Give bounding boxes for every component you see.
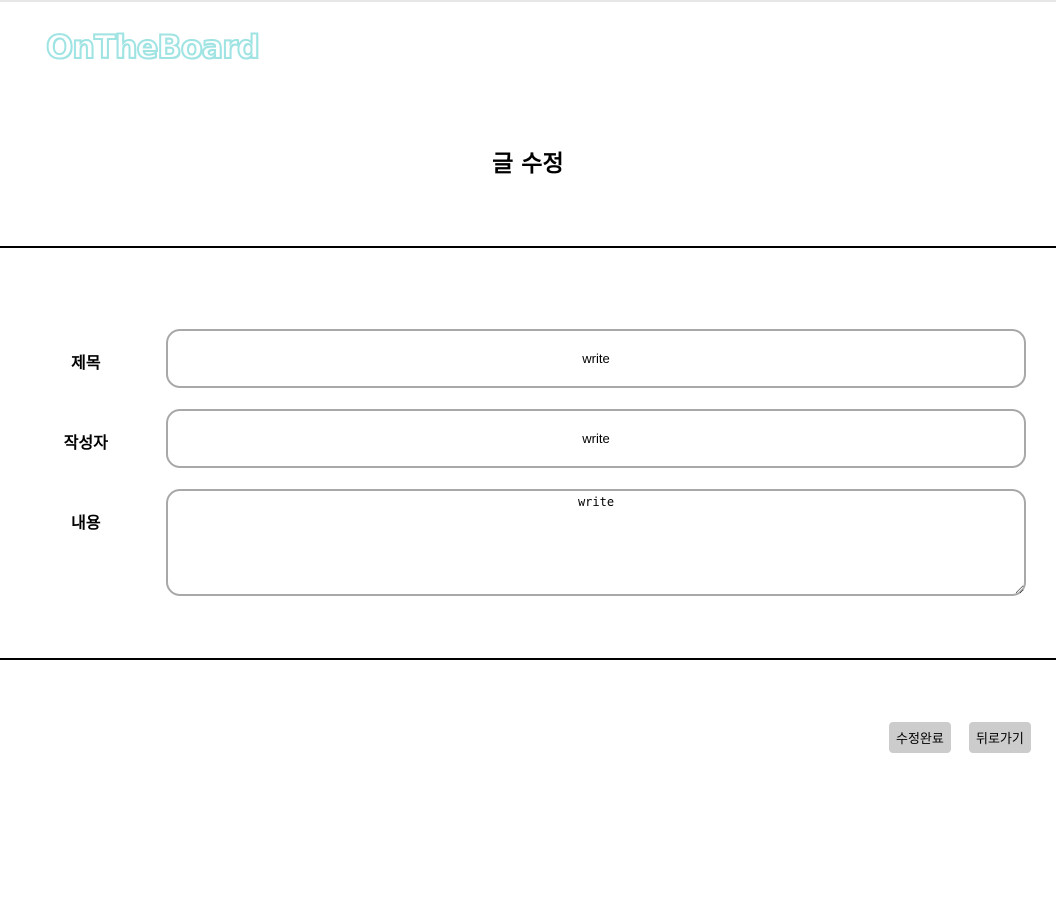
content-label: 내용 bbox=[71, 513, 101, 532]
form-top-divider bbox=[0, 246, 1056, 248]
form-bottom-divider bbox=[0, 658, 1056, 660]
submit-edit-button[interactable]: 수정완료 bbox=[889, 722, 951, 753]
site-logo[interactable]: OnTheBoard bbox=[45, 27, 261, 67]
back-button[interactable]: 뒤로가기 bbox=[969, 722, 1031, 753]
title-label: 제목 bbox=[71, 353, 101, 372]
author-input[interactable] bbox=[166, 409, 1026, 468]
author-label: 작성자 bbox=[63, 433, 109, 452]
content-textarea[interactable]: write bbox=[166, 489, 1026, 596]
top-border bbox=[0, 0, 1056, 2]
page-title: 글 수정 bbox=[492, 151, 564, 177]
title-input[interactable] bbox=[166, 329, 1026, 388]
